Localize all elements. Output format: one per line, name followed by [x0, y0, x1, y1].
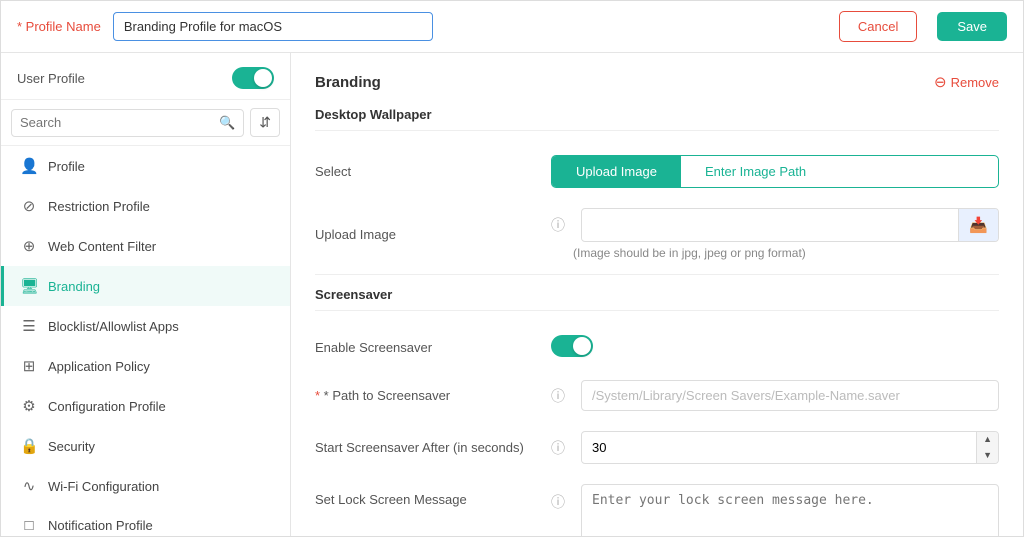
start-info-icon[interactable]: ⓘ	[551, 438, 565, 458]
upload-input-wrap: 📥	[581, 208, 999, 242]
divider	[315, 274, 999, 275]
screensaver-section: Screensaver Enable Screensaver * * Path …	[315, 287, 999, 536]
select-label: Select	[315, 164, 535, 179]
sidebar-item-restriction-profile[interactable]: ⊘ Restriction Profile	[1, 186, 290, 226]
lock-screen-row: Set Lock Screen Message ⓘ	[315, 474, 999, 536]
sidebar-item-label: Profile	[48, 159, 85, 174]
number-arrows: ▲ ▼	[976, 432, 998, 463]
number-down-arrow[interactable]: ▼	[977, 448, 998, 464]
upload-hint: (Image should be in jpg, jpeg or png for…	[551, 246, 999, 260]
save-button[interactable]: Save	[937, 12, 1007, 41]
sidebar-item-web-content-filter[interactable]: ⊕ Web Content Filter	[1, 226, 290, 266]
enter-image-path-tab[interactable]: Enter Image Path	[681, 156, 830, 187]
search-input-wrap: 🔍	[11, 109, 244, 137]
screensaver-title: Screensaver	[315, 287, 999, 311]
remove-icon: ⊖	[934, 73, 947, 91]
start-screensaver-inner: ⓘ ▲ ▼	[551, 431, 999, 464]
enable-screensaver-label: Enable Screensaver	[315, 340, 535, 355]
security-icon: 🔒	[20, 437, 38, 455]
sidebar-item-label: Wi-Fi Configuration	[48, 479, 159, 494]
path-screensaver-row: * * Path to Screensaver ⓘ	[315, 370, 999, 421]
lock-screen-textarea[interactable]	[581, 484, 999, 536]
remove-label: Remove	[951, 75, 999, 90]
sidebar: User Profile 🔍 ⇵ 👤 Profile ⊘ Restriction…	[1, 53, 291, 536]
sidebar-item-label: Blocklist/Allowlist Apps	[48, 319, 179, 334]
sidebar-item-application-policy[interactable]: ⊞ Application Policy	[1, 346, 290, 386]
sidebar-item-label: Restriction Profile	[48, 199, 150, 214]
sidebar-item-branding[interactable]: 🖥 Branding	[1, 266, 290, 306]
path-screensaver-inner: ⓘ	[551, 380, 999, 411]
start-screensaver-control: ⓘ ▲ ▼	[551, 431, 999, 464]
lock-info-icon[interactable]: ⓘ	[551, 484, 565, 512]
user-profile-label: User Profile	[17, 71, 85, 86]
config-icon: ⚙	[20, 397, 38, 415]
start-screensaver-input[interactable]	[582, 433, 976, 462]
search-row: 🔍 ⇵	[1, 100, 290, 146]
wifi-icon: ∿	[20, 477, 38, 495]
main-content: Branding ⊖ Remove Desktop Wallpaper Sele…	[291, 53, 1023, 536]
select-row: Select Upload Image Enter Image Path	[315, 145, 999, 198]
app-policy-icon: ⊞	[20, 357, 38, 375]
upload-image-input[interactable]	[582, 211, 958, 240]
profile-icon: 👤	[20, 157, 38, 175]
enable-screensaver-control	[551, 335, 999, 360]
search-input[interactable]	[20, 115, 219, 130]
upload-row-inner: ⓘ 📥	[551, 208, 999, 242]
sidebar-item-blocklist-allowlist[interactable]: ☰ Blocklist/Allowlist Apps	[1, 306, 290, 346]
sidebar-item-label: Configuration Profile	[48, 399, 166, 414]
cancel-button[interactable]: Cancel	[839, 11, 917, 42]
sidebar-item-notification-profile[interactable]: □ Notification Profile	[1, 506, 290, 536]
sidebar-item-profile[interactable]: 👤 Profile	[1, 146, 290, 186]
section-title: Branding	[315, 74, 381, 91]
sidebar-item-wifi[interactable]: ∿ Wi-Fi Configuration	[1, 466, 290, 506]
restriction-icon: ⊘	[20, 197, 38, 215]
branding-icon: 🖥	[20, 277, 38, 295]
lock-screen-control: ⓘ	[551, 484, 999, 536]
profile-name-label: * Profile Name	[17, 19, 101, 34]
path-screensaver-control: ⓘ	[551, 380, 999, 411]
image-select-toggle: Upload Image Enter Image Path	[551, 155, 999, 188]
path-info-icon[interactable]: ⓘ	[551, 386, 565, 406]
toggle-knob	[254, 69, 272, 87]
section-header: Branding ⊖ Remove	[315, 73, 999, 91]
enable-screensaver-toggle[interactable]	[551, 335, 593, 357]
lock-screen-label: Set Lock Screen Message	[315, 484, 535, 507]
profile-name-input[interactable]	[113, 12, 433, 41]
sort-button[interactable]: ⇵	[250, 108, 280, 137]
user-profile-toggle[interactable]	[232, 67, 274, 89]
sidebar-item-label: Branding	[48, 279, 100, 294]
web-icon: ⊕	[20, 237, 38, 255]
user-profile-row: User Profile	[1, 53, 290, 100]
sidebar-item-label: Notification Profile	[48, 518, 153, 533]
upload-image-control: ⓘ 📥 (Image should be in jpg, jpeg or png…	[551, 208, 999, 260]
sidebar-item-label: Application Policy	[48, 359, 150, 374]
search-icon: 🔍	[219, 115, 235, 131]
header: * Profile Name Cancel Save	[1, 1, 1023, 53]
toggle-sm-knob	[573, 337, 591, 355]
sidebar-item-configuration-profile[interactable]: ⚙ Configuration Profile	[1, 386, 290, 426]
remove-button[interactable]: ⊖ Remove	[934, 73, 999, 91]
desktop-wallpaper-title: Desktop Wallpaper	[315, 107, 999, 131]
number-up-arrow[interactable]: ▲	[977, 432, 998, 448]
upload-image-tab[interactable]: Upload Image	[552, 156, 681, 187]
start-screensaver-row: Start Screensaver After (in seconds) ⓘ ▲…	[315, 421, 999, 474]
upload-image-info-icon[interactable]: ⓘ	[551, 215, 565, 235]
start-screensaver-label: Start Screensaver After (in seconds)	[315, 440, 535, 455]
notification-icon: □	[20, 517, 38, 534]
blocklist-icon: ☰	[20, 317, 38, 335]
upload-file-button[interactable]: 📥	[958, 209, 998, 241]
upload-image-label: Upload Image	[315, 227, 535, 242]
sidebar-item-label: Web Content Filter	[48, 239, 156, 254]
lock-screen-inner: ⓘ	[551, 484, 999, 536]
select-toggle-group: Upload Image Enter Image Path	[551, 155, 999, 188]
sidebar-item-security[interactable]: 🔒 Security	[1, 426, 290, 466]
path-screensaver-label: * * Path to Screensaver	[315, 388, 535, 403]
enable-screensaver-row: Enable Screensaver	[315, 325, 999, 370]
upload-image-row: Upload Image ⓘ 📥 (Image should be in jpg…	[315, 198, 999, 270]
number-input-wrap: ▲ ▼	[581, 431, 999, 464]
path-screensaver-input[interactable]	[581, 380, 999, 411]
sidebar-item-label: Security	[48, 439, 95, 454]
